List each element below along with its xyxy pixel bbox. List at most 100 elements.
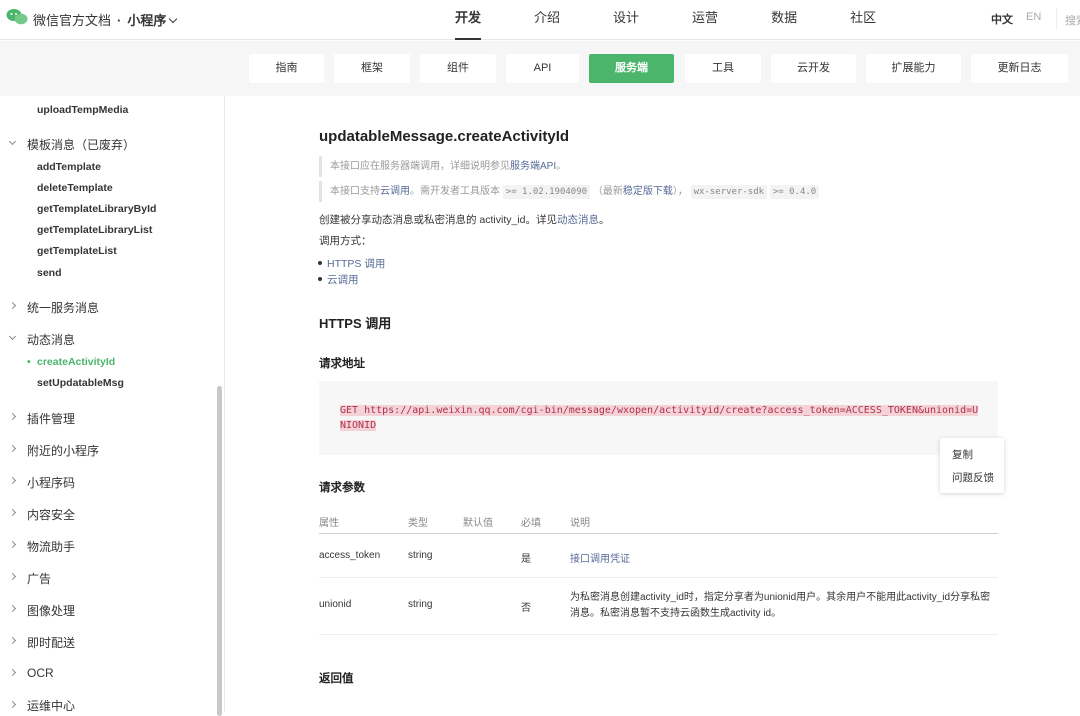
lang-zh[interactable]: 中文 bbox=[991, 11, 1013, 27]
tab-extensions[interactable]: 扩展能力 bbox=[866, 54, 961, 83]
sidebar-group-delivery[interactable]: 即时配送 bbox=[27, 634, 75, 651]
request-url-code-block: GET https://api.weixin.qq.com/cgi-bin/me… bbox=[319, 381, 998, 455]
header-default: 默认值 bbox=[463, 518, 493, 529]
description: 创建被分享动态消息或私密消息的 activity_id。详见动态消息。 bbox=[319, 212, 610, 227]
wechat-logo-icon[interactable] bbox=[6, 8, 28, 26]
sidebar-group-ops[interactable]: 运维中心 bbox=[27, 697, 75, 712]
sidebar-group-plugin[interactable]: 插件管理 bbox=[27, 410, 75, 427]
nav-data[interactable]: 数据 bbox=[771, 0, 797, 40]
sidebar-item-gettemplatelist[interactable]: getTemplateList bbox=[37, 245, 117, 257]
nav-intro[interactable]: 介绍 bbox=[534, 0, 560, 40]
chevron-down-icon[interactable] bbox=[8, 332, 17, 341]
chevron-down-icon[interactable] bbox=[169, 14, 178, 24]
sidebar-item-addtemplate[interactable]: addTemplate bbox=[37, 161, 101, 173]
chevron-right-icon[interactable] bbox=[8, 444, 17, 453]
request-params-heading: 请求参数 bbox=[319, 482, 365, 494]
request-url-text: GET https://api.weixin.qq.com/cgi-bin/me… bbox=[340, 405, 979, 431]
cloud-note-b: 。需开发者工具版本 bbox=[410, 186, 500, 197]
chevron-right-icon[interactable] bbox=[8, 508, 17, 517]
nav-develop[interactable]: 开发 bbox=[455, 0, 482, 40]
sidebar-item-deletetemplate[interactable]: deleteTemplate bbox=[37, 182, 113, 194]
server-note: 本接口应在服务器端调用，详细说明参见服务端API。 bbox=[319, 156, 819, 177]
tab-tools[interactable]: 工具 bbox=[685, 54, 761, 83]
feedback-menu-item[interactable]: 问题反馈 bbox=[952, 470, 994, 485]
cloud-note-c: （最新 bbox=[592, 186, 623, 197]
search-input[interactable]: 搜索 bbox=[1056, 8, 1080, 30]
param-name: unionid bbox=[319, 599, 352, 610]
stable-download-link[interactable]: 稳定版下载 bbox=[623, 186, 673, 197]
tab-guide[interactable]: 指南 bbox=[249, 54, 324, 83]
sidebar-group-qrcode[interactable]: 小程序码 bbox=[27, 474, 75, 491]
sdk-code: wx-server-sdk bbox=[690, 185, 768, 199]
tab-framework[interactable]: 框架 bbox=[334, 54, 410, 83]
sidebar-group-logistics[interactable]: 物流助手 bbox=[27, 538, 75, 555]
https-heading: HTTPS 调用 bbox=[319, 316, 392, 331]
chevron-right-icon[interactable] bbox=[8, 700, 17, 709]
tab-cloud[interactable]: 云开发 bbox=[771, 54, 856, 83]
nav-design[interactable]: 设计 bbox=[613, 0, 639, 40]
sidebar-group-nearby[interactable]: 附近的小程序 bbox=[27, 442, 99, 459]
cloud-note-a: 本接口支持 bbox=[330, 186, 380, 197]
tab-server[interactable]: 服务端 bbox=[589, 54, 674, 83]
https-call-link[interactable]: HTTPS 调用 bbox=[317, 256, 385, 271]
chevron-down-icon[interactable] bbox=[8, 137, 17, 146]
sub-nav-bar: 指南 框架 组件 API 服务端 工具 云开发 扩展能力 更新日志 bbox=[0, 41, 1080, 96]
sidebar-scrollbar[interactable] bbox=[217, 386, 222, 716]
brand-separator: · bbox=[117, 13, 122, 28]
lang-en[interactable]: EN bbox=[1026, 11, 1041, 23]
chevron-right-icon[interactable] bbox=[8, 476, 17, 485]
sidebar-group-security[interactable]: 内容安全 bbox=[27, 506, 75, 523]
chevron-right-icon[interactable] bbox=[8, 412, 17, 421]
sidebar-group-ads[interactable]: 广告 bbox=[27, 570, 51, 587]
tab-changelog[interactable]: 更新日志 bbox=[971, 54, 1068, 83]
sdk-version-code: >= 0.4.0 bbox=[769, 185, 820, 199]
product-selector[interactable]: 小程序 bbox=[127, 13, 166, 28]
chevron-right-icon[interactable] bbox=[8, 301, 17, 310]
request-url-code[interactable]: GET https://api.weixin.qq.com/cgi-bin/me… bbox=[340, 403, 980, 433]
sidebar-group-dynamic[interactable]: 动态消息 bbox=[27, 331, 75, 348]
copy-menu-item[interactable]: 复制 bbox=[952, 447, 973, 462]
table-header: 属性 类型 默认值 必填 说明 bbox=[319, 506, 998, 534]
sidebar-group-ocr[interactable]: OCR bbox=[27, 666, 54, 680]
cloud-call-link[interactable]: 云调用 bbox=[380, 186, 410, 197]
chevron-right-icon[interactable] bbox=[8, 572, 17, 581]
request-url-heading: 请求地址 bbox=[319, 358, 365, 370]
sidebar-item-uploadtempmedia[interactable]: uploadTempMedia bbox=[37, 104, 128, 116]
sidebar-group-template[interactable]: 模板消息（已废弃） bbox=[27, 136, 135, 153]
sidebar-group-image[interactable]: 图像处理 bbox=[27, 602, 75, 619]
sidebar-item-setupdatablemsg[interactable]: setUpdatableMsg bbox=[37, 377, 124, 389]
call-method-label: 调用方式： bbox=[319, 235, 372, 247]
sidebar-item-createactivityid[interactable]: createActivityId bbox=[27, 356, 115, 368]
sidebar-item-gettemplatelibrarylist[interactable]: getTemplateLibraryList bbox=[37, 224, 152, 236]
page-title: updatableMessage.createActivityId bbox=[319, 128, 570, 145]
top-bar: 微信官方文档 · 小程序 开发 介绍 设计 运营 数据 社区 中文 EN 搜索 bbox=[0, 0, 1080, 40]
sidebar-item-gettemplatelibrarybyid[interactable]: getTemplateLibraryById bbox=[37, 203, 156, 215]
brand[interactable]: 微信官方文档 · 小程序 bbox=[33, 10, 178, 29]
tab-components[interactable]: 组件 bbox=[420, 54, 496, 83]
access-token-link[interactable]: 接口调用凭证 bbox=[570, 554, 630, 565]
tab-api[interactable]: API bbox=[506, 54, 579, 83]
sidebar: uploadTempMedia 模板消息（已废弃） addTemplate de… bbox=[0, 96, 225, 712]
server-api-link[interactable]: 服务端API bbox=[510, 161, 556, 172]
chevron-right-icon[interactable] bbox=[8, 604, 17, 613]
cloud-call-option-link[interactable]: 云调用 bbox=[318, 272, 359, 287]
version-code: >= 1.02.1904090 bbox=[502, 185, 591, 199]
param-type: string bbox=[408, 550, 433, 561]
header-required: 必填 bbox=[521, 518, 541, 529]
header-attribute: 属性 bbox=[319, 518, 339, 529]
sidebar-item-send[interactable]: send bbox=[37, 267, 62, 279]
chevron-right-icon[interactable] bbox=[8, 636, 17, 645]
header-description: 说明 bbox=[570, 518, 590, 529]
dynamic-message-link[interactable]: 动态消息 bbox=[557, 214, 599, 226]
nav-operate[interactable]: 运营 bbox=[692, 0, 718, 40]
nav-community[interactable]: 社区 bbox=[850, 0, 876, 40]
param-name: access_token bbox=[319, 550, 381, 561]
chevron-right-icon[interactable] bbox=[8, 540, 17, 549]
chevron-right-icon[interactable] bbox=[8, 668, 17, 677]
main-content: updatableMessage.createActivityId 本接口应在服… bbox=[226, 96, 1080, 712]
brand-title: 微信官方文档 bbox=[33, 13, 112, 28]
sidebar-group-unified[interactable]: 统一服务消息 bbox=[27, 299, 99, 316]
param-type: string bbox=[408, 599, 433, 610]
server-note-end: 。 bbox=[556, 161, 567, 172]
table-row: unionid string 否 为私密消息创建activity_id时，指定分… bbox=[319, 579, 998, 635]
